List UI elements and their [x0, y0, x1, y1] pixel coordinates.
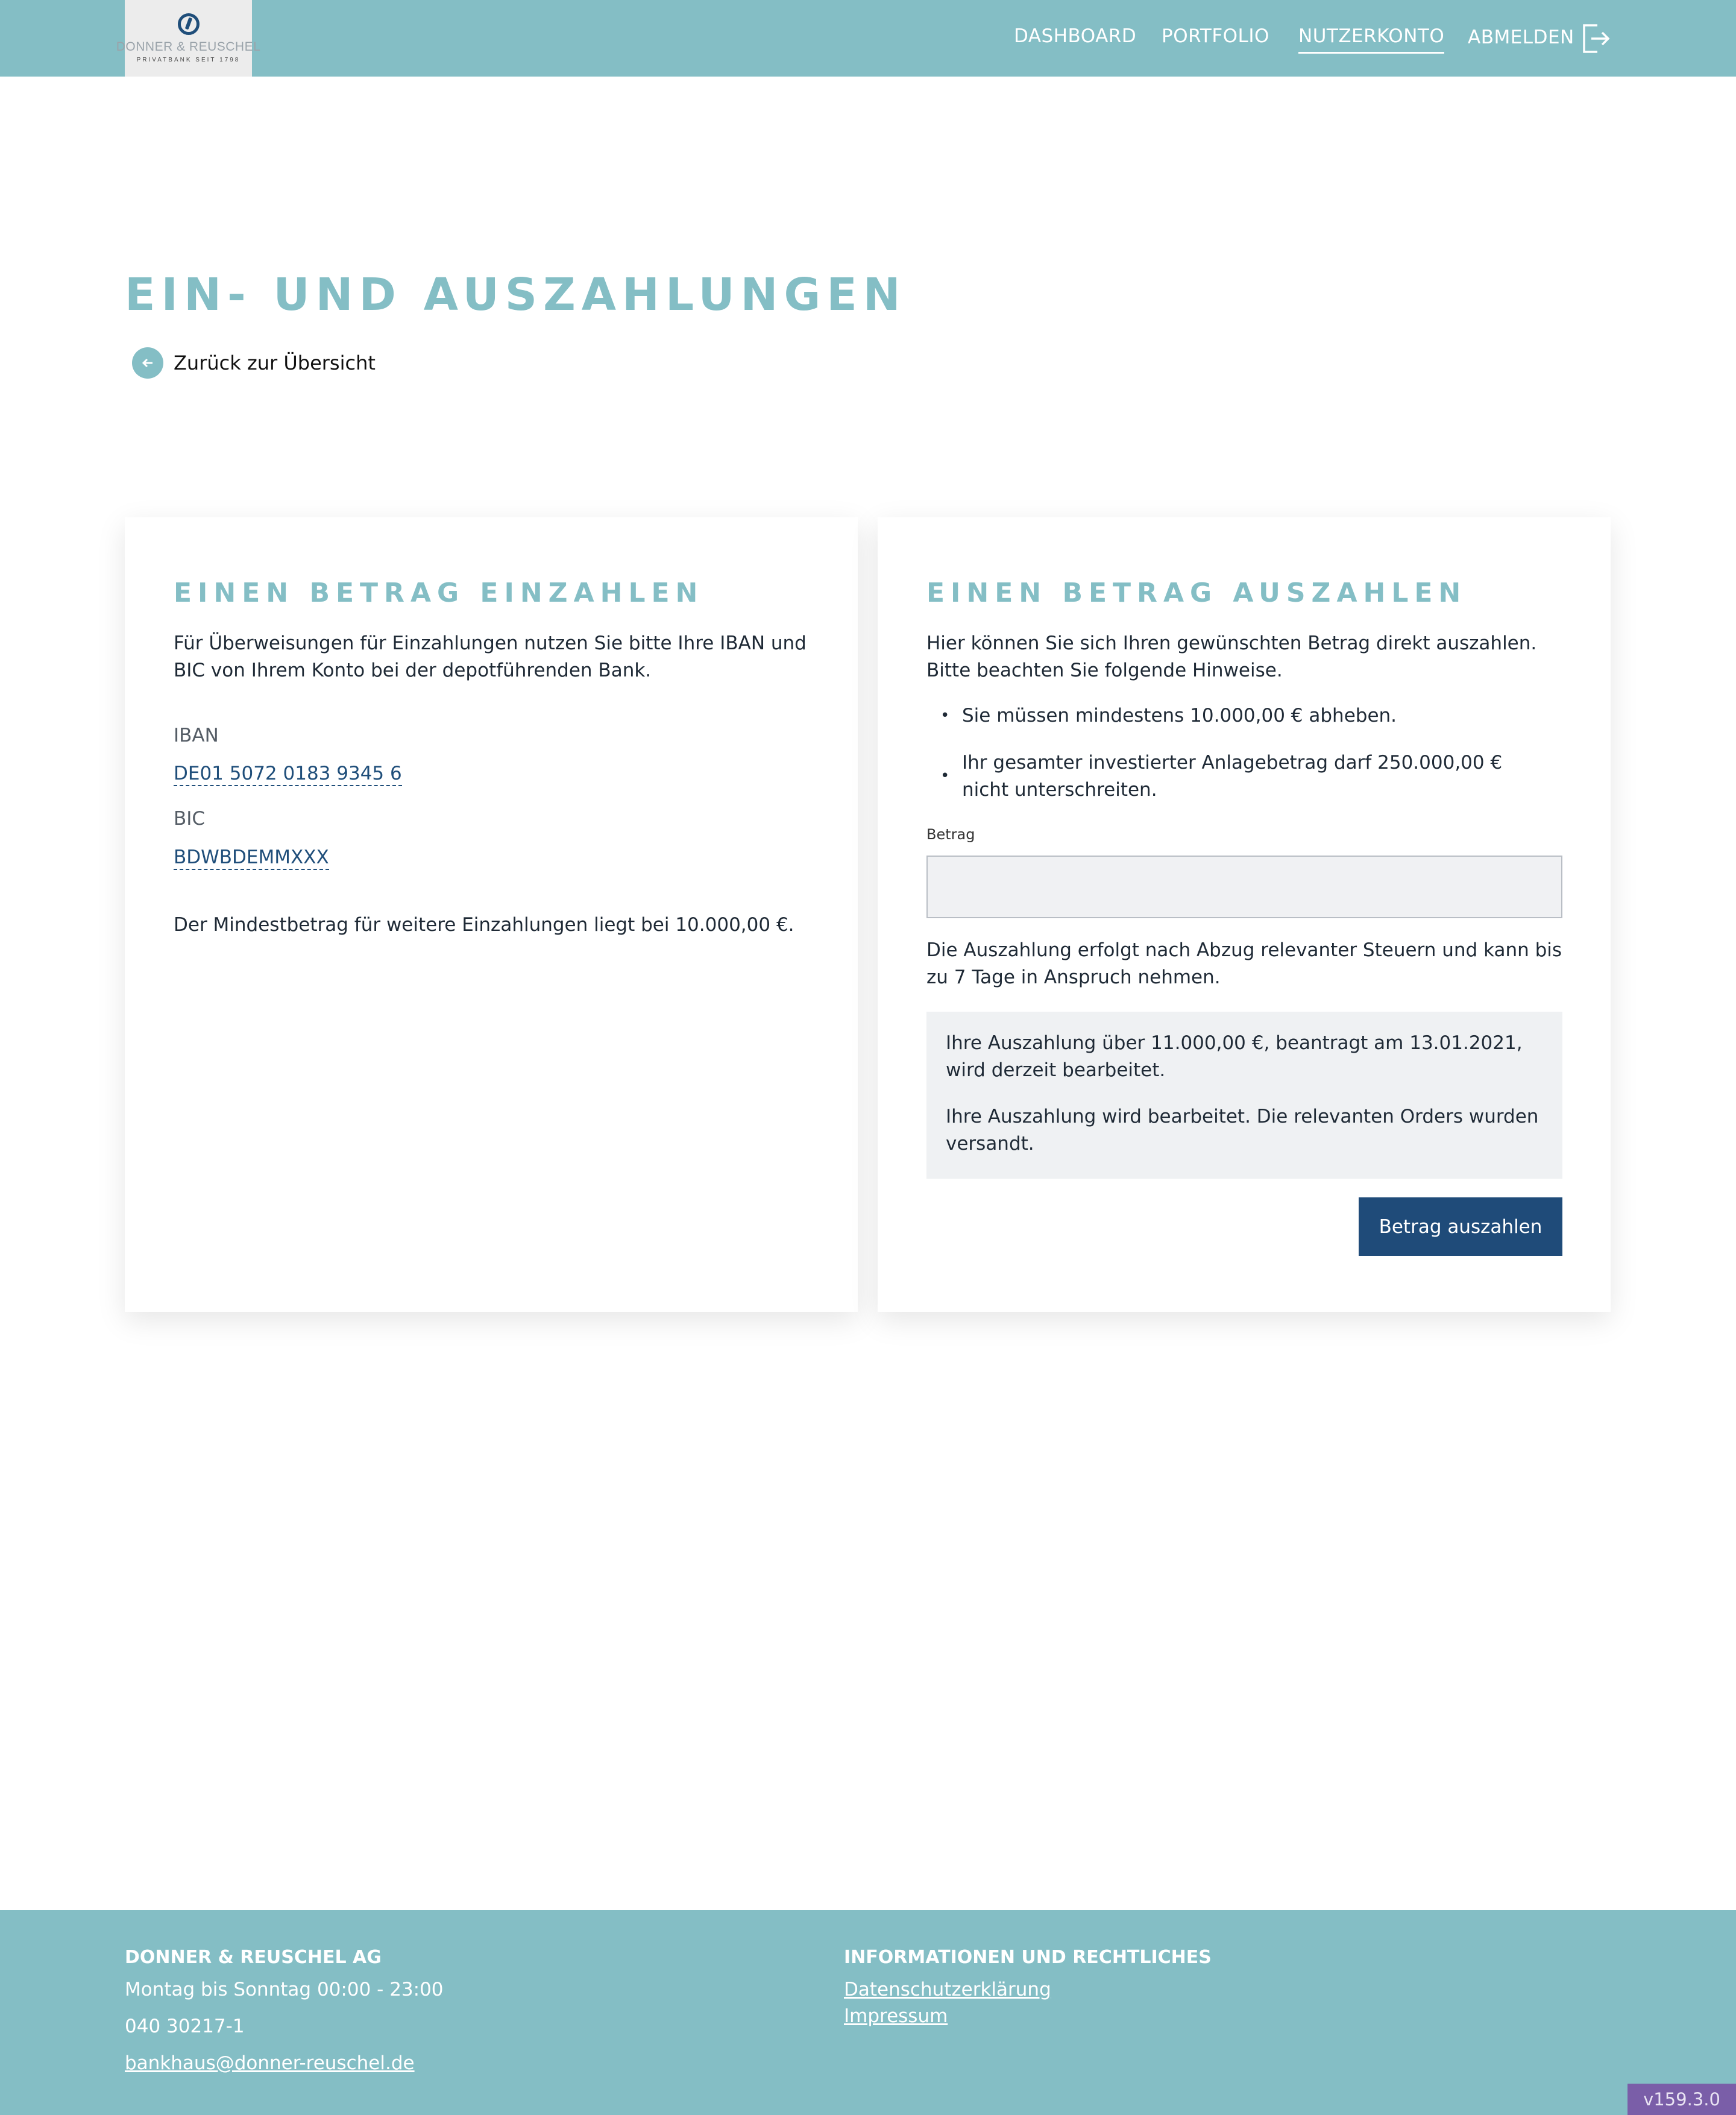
- bullet-dot-icon: •: [940, 767, 950, 785]
- back-to-overview-link[interactable]: Zurück zur Übersicht: [132, 347, 376, 379]
- amount-field-label: Betrag: [926, 826, 975, 843]
- arrow-left-icon: [132, 347, 163, 379]
- iban-value[interactable]: DE01 5072 0183 9345 6: [174, 762, 402, 786]
- footer-opening-hours: Montag bis Sonntag 00:00 - 23:00: [125, 1979, 444, 2000]
- footer-privacy-link[interactable]: Datenschutzerklärung: [844, 1979, 1051, 2000]
- nav-logout[interactable]: ABMELDEN: [1468, 27, 1574, 48]
- withdrawal-status-line: Ihre Auszahlung über 11.000,00 €, beantr…: [946, 1032, 1523, 1081]
- withdraw-processing-note: Die Auszahlung erfolgt nach Abzug releva…: [926, 939, 1562, 988]
- deposit-intro: Für Überweisungen für Einzahlungen nutze…: [174, 632, 807, 681]
- withdraw-submit-button[interactable]: Betrag auszahlen: [1359, 1197, 1562, 1256]
- nav-account[interactable]: NUTZERKONTO: [1298, 25, 1445, 54]
- withdraw-title: EINEN BETRAG AUSZAHLEN: [926, 578, 1467, 608]
- bic-value[interactable]: BDWBDEMMXXX: [174, 846, 329, 870]
- bic-label: BIC: [174, 808, 206, 830]
- footer-imprint-link[interactable]: Impressum: [844, 2005, 948, 2027]
- top-navigation-bar: DONNER & REUSCHEL PRIVATBANK SEIT 1798 D…: [0, 0, 1736, 77]
- footer-company-name: DONNER & REUSCHEL AG: [125, 1947, 382, 1968]
- back-link-label: Zurück zur Übersicht: [174, 351, 376, 374]
- iban-label: IBAN: [174, 725, 219, 746]
- bullet-dot-icon: •: [940, 707, 950, 725]
- footer-phone: 040 30217-1: [125, 2016, 245, 2037]
- logo-emblem-icon: [177, 13, 200, 35]
- brand-logo[interactable]: DONNER & REUSCHEL PRIVATBANK SEIT 1798: [116, 0, 260, 77]
- nav-dashboard[interactable]: DASHBOARD: [1014, 25, 1136, 47]
- nav-portfolio[interactable]: PORTFOLIO: [1162, 25, 1269, 47]
- withdraw-intro: Hier können Sie sich Ihren gewünschten B…: [926, 632, 1537, 681]
- footer-info-heading: INFORMATIONEN UND RECHTLICHES: [844, 1947, 1212, 1968]
- logout-icon[interactable]: [1582, 23, 1611, 54]
- deposit-card: EINEN BETRAG EINZAHLEN Für Überweisungen…: [125, 517, 858, 1312]
- logo-name: DONNER & REUSCHEL: [116, 40, 261, 54]
- withdrawal-status-box: Ihre Auszahlung über 11.000,00 €, beantr…: [926, 1012, 1562, 1179]
- footer-email-link[interactable]: bankhaus@donner-reuschel.de: [125, 2052, 415, 2074]
- deposit-minimum-note: Der Mindestbetrag für weitere Einzahlung…: [174, 914, 794, 936]
- logo-subtitle: PRIVATBANK SEIT 1798: [136, 57, 241, 63]
- version-badge: v159.3.0: [1628, 2084, 1736, 2115]
- footer: DONNER & REUSCHEL AG Montag bis Sonntag …: [0, 1910, 1736, 2115]
- page-title: EIN- UND AUSZAHLUNGEN: [125, 269, 907, 321]
- amount-input[interactable]: [926, 856, 1562, 918]
- withdraw-card: EINEN BETRAG AUSZAHLEN Hier können Sie s…: [878, 517, 1611, 1312]
- withdrawal-status-line: Ihre Auszahlung wird bearbeitet. Die rel…: [946, 1106, 1539, 1155]
- deposit-title: EINEN BETRAG EINZAHLEN: [174, 578, 704, 608]
